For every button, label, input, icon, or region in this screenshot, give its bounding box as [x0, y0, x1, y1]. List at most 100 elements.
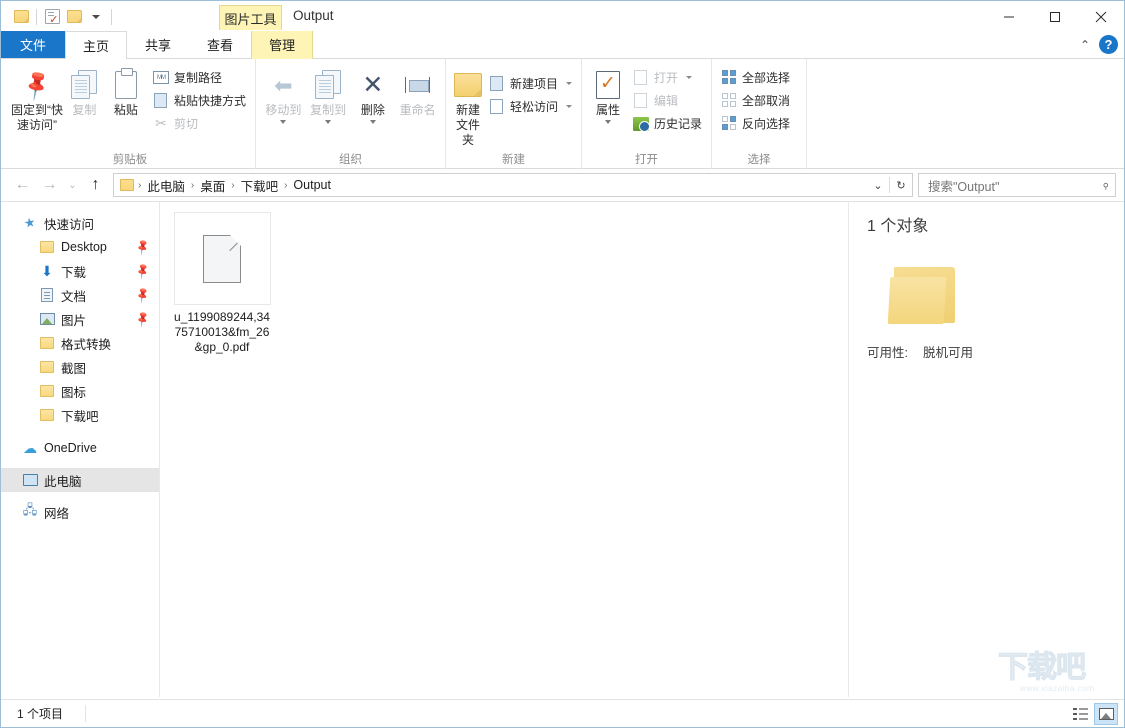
sidebar-item-screenshots[interactable]: 截图	[1, 355, 159, 379]
group-label-organize: 组织	[262, 148, 439, 169]
folder-icon	[39, 383, 55, 399]
invert-selection-button[interactable]: 反向选择	[718, 113, 793, 134]
sidebar-item-icons[interactable]: 图标	[1, 379, 159, 403]
cloud-icon: ☁	[22, 440, 38, 456]
history-button[interactable]: 历史记录	[630, 113, 705, 134]
group-label-clipboard: 剪贴板	[11, 148, 249, 169]
back-button[interactable]: ←	[9, 172, 36, 199]
search-input[interactable]: 搜索"Output" ⌕	[918, 173, 1116, 197]
sidebar-item-pictures[interactable]: 图片 📌	[1, 307, 159, 331]
folder-icon	[67, 10, 82, 23]
folder-icon	[889, 264, 955, 324]
sidebar-item-downloads[interactable]: ⬇ 下载 📌	[1, 259, 159, 283]
search-placeholder: 搜索"Output"	[928, 176, 999, 195]
tab-view[interactable]: 查看	[189, 31, 251, 58]
new-folder-button[interactable]: 新建 文件夹	[452, 63, 484, 148]
sidebar-item-onedrive[interactable]: ☁ OneDrive	[1, 436, 159, 460]
open-button[interactable]: 打开	[630, 67, 705, 88]
breadcrumb-separator[interactable]: ›	[136, 180, 143, 191]
move-to-button[interactable]: ⬅ 移动到	[262, 63, 305, 124]
rename-button[interactable]: 重命名	[396, 63, 439, 118]
breadcrumb-item-this-pc[interactable]: 此电脑	[143, 174, 189, 196]
recent-locations-button[interactable]: ⌄	[63, 172, 82, 199]
edit-button[interactable]: 编辑	[630, 90, 705, 111]
new-item-button[interactable]: 新建项目	[486, 73, 575, 94]
details-view-icon	[1073, 708, 1088, 720]
collapse-ribbon-button[interactable]: ⌃	[1080, 38, 1090, 52]
up-button[interactable]: ↑	[82, 172, 109, 199]
tab-share[interactable]: 共享	[127, 31, 189, 58]
sidebar-item-network[interactable]: 🖧 网络	[1, 500, 159, 524]
copy-button[interactable]: 复制	[65, 63, 104, 118]
address-dropdown-button[interactable]: ⌄	[867, 174, 889, 196]
breadcrumb-item-desktop[interactable]: 桌面	[196, 174, 229, 196]
open-small-commands: 打开 编辑 历史记录	[630, 63, 705, 134]
chevron-down-icon	[325, 120, 331, 124]
properties-icon	[45, 9, 60, 24]
breadcrumb-separator[interactable]: ›	[282, 180, 289, 191]
clipboard-small-commands: MM 复制路径 粘贴快捷方式 ✂ 剪切	[150, 63, 249, 134]
quick-access-toolbar	[1, 1, 116, 32]
button-label: 重命名	[400, 103, 436, 118]
sidebar-item-desktop[interactable]: Desktop 📌	[1, 235, 159, 259]
status-bar: 1 个项目	[1, 699, 1124, 727]
close-button[interactable]	[1078, 1, 1124, 32]
list-item[interactable]: u_1199089244,3475710013&fm_26&gp_0.pdf	[172, 212, 272, 355]
sidebar-item-label: 网络	[44, 503, 69, 522]
maximize-button[interactable]	[1032, 1, 1078, 32]
large-icons-view-button[interactable]	[1094, 703, 1118, 725]
sidebar-item-xiazaiba[interactable]: 下载吧	[1, 403, 159, 427]
pin-icon: 📌	[134, 310, 153, 329]
help-button[interactable]: ?	[1099, 35, 1118, 54]
qat-current-folder-button[interactable]	[63, 6, 85, 28]
easy-access-icon	[489, 99, 505, 115]
button-label: 编辑	[654, 92, 678, 109]
large-icons-view-icon	[1099, 708, 1114, 720]
tab-file[interactable]: 文件	[1, 31, 65, 58]
properties-icon	[596, 67, 620, 103]
breadcrumb-separator[interactable]: ›	[229, 180, 236, 191]
sidebar-item-label: 下载吧	[61, 406, 99, 425]
breadcrumb-bar[interactable]: › 此电脑 › 桌面 › 下载吧 › Output ⌄ ↻	[113, 173, 913, 197]
minimize-button[interactable]	[986, 1, 1032, 32]
breadcrumb-item-xiazaiba[interactable]: 下载吧	[237, 174, 283, 196]
breadcrumb-item-output[interactable]: Output	[289, 174, 335, 196]
chevron-down-icon	[280, 120, 286, 124]
refresh-button[interactable]: ↻	[890, 174, 912, 196]
select-none-button[interactable]: 全部取消	[718, 90, 793, 111]
pictures-icon	[39, 311, 55, 327]
qat-properties-button[interactable]	[41, 6, 63, 28]
paste-shortcut-button[interactable]: 粘贴快捷方式	[150, 90, 249, 111]
sidebar-item-quick-access[interactable]: ★ 快速访问	[1, 211, 159, 235]
sidebar-item-this-pc[interactable]: 此电脑	[1, 468, 159, 492]
file-list-pane[interactable]: u_1199089244,3475710013&fm_26&gp_0.pdf	[160, 202, 848, 697]
copy-icon	[71, 67, 97, 103]
copy-path-button[interactable]: MM 复制路径	[150, 67, 249, 88]
paste-icon	[115, 67, 137, 103]
delete-button[interactable]: ✕ 删除	[352, 63, 395, 124]
properties-button[interactable]: 属性	[588, 63, 628, 124]
tab-home[interactable]: 主页	[65, 31, 127, 58]
qat-new-folder-button[interactable]	[10, 6, 32, 28]
minimize-icon	[1003, 11, 1015, 23]
qat-customize-button[interactable]	[85, 6, 107, 28]
tab-manage[interactable]: 管理	[251, 31, 313, 58]
cut-button[interactable]: ✂ 剪切	[150, 113, 249, 134]
divider	[36, 9, 37, 25]
file-explorer-window: 图片工具 Output 文件 主页 共享 查看 管理 ⌃ ?	[0, 0, 1125, 728]
invert-selection-icon	[721, 116, 737, 132]
breadcrumb-separator[interactable]: ›	[189, 180, 196, 191]
sidebar-item-documents[interactable]: 文档 📌	[1, 283, 159, 307]
details-view-button[interactable]	[1068, 703, 1092, 725]
forward-button[interactable]: →	[36, 172, 63, 199]
select-all-button[interactable]: 全部选择	[718, 67, 793, 88]
paste-button[interactable]: 粘贴	[106, 63, 146, 118]
generic-file-icon	[203, 235, 241, 283]
easy-access-button[interactable]: 轻松访问	[486, 96, 575, 117]
sidebar-item-label: 图片	[61, 310, 86, 329]
pin-to-quick-access-button[interactable]: 📌 固定到“快 速访问”	[11, 63, 63, 133]
copy-to-button[interactable]: 复制到	[307, 63, 350, 124]
button-label: 复制	[72, 103, 96, 118]
sidebar-item-format-conversion[interactable]: 格式转换	[1, 331, 159, 355]
availability-value: 脱机可用	[923, 346, 973, 360]
